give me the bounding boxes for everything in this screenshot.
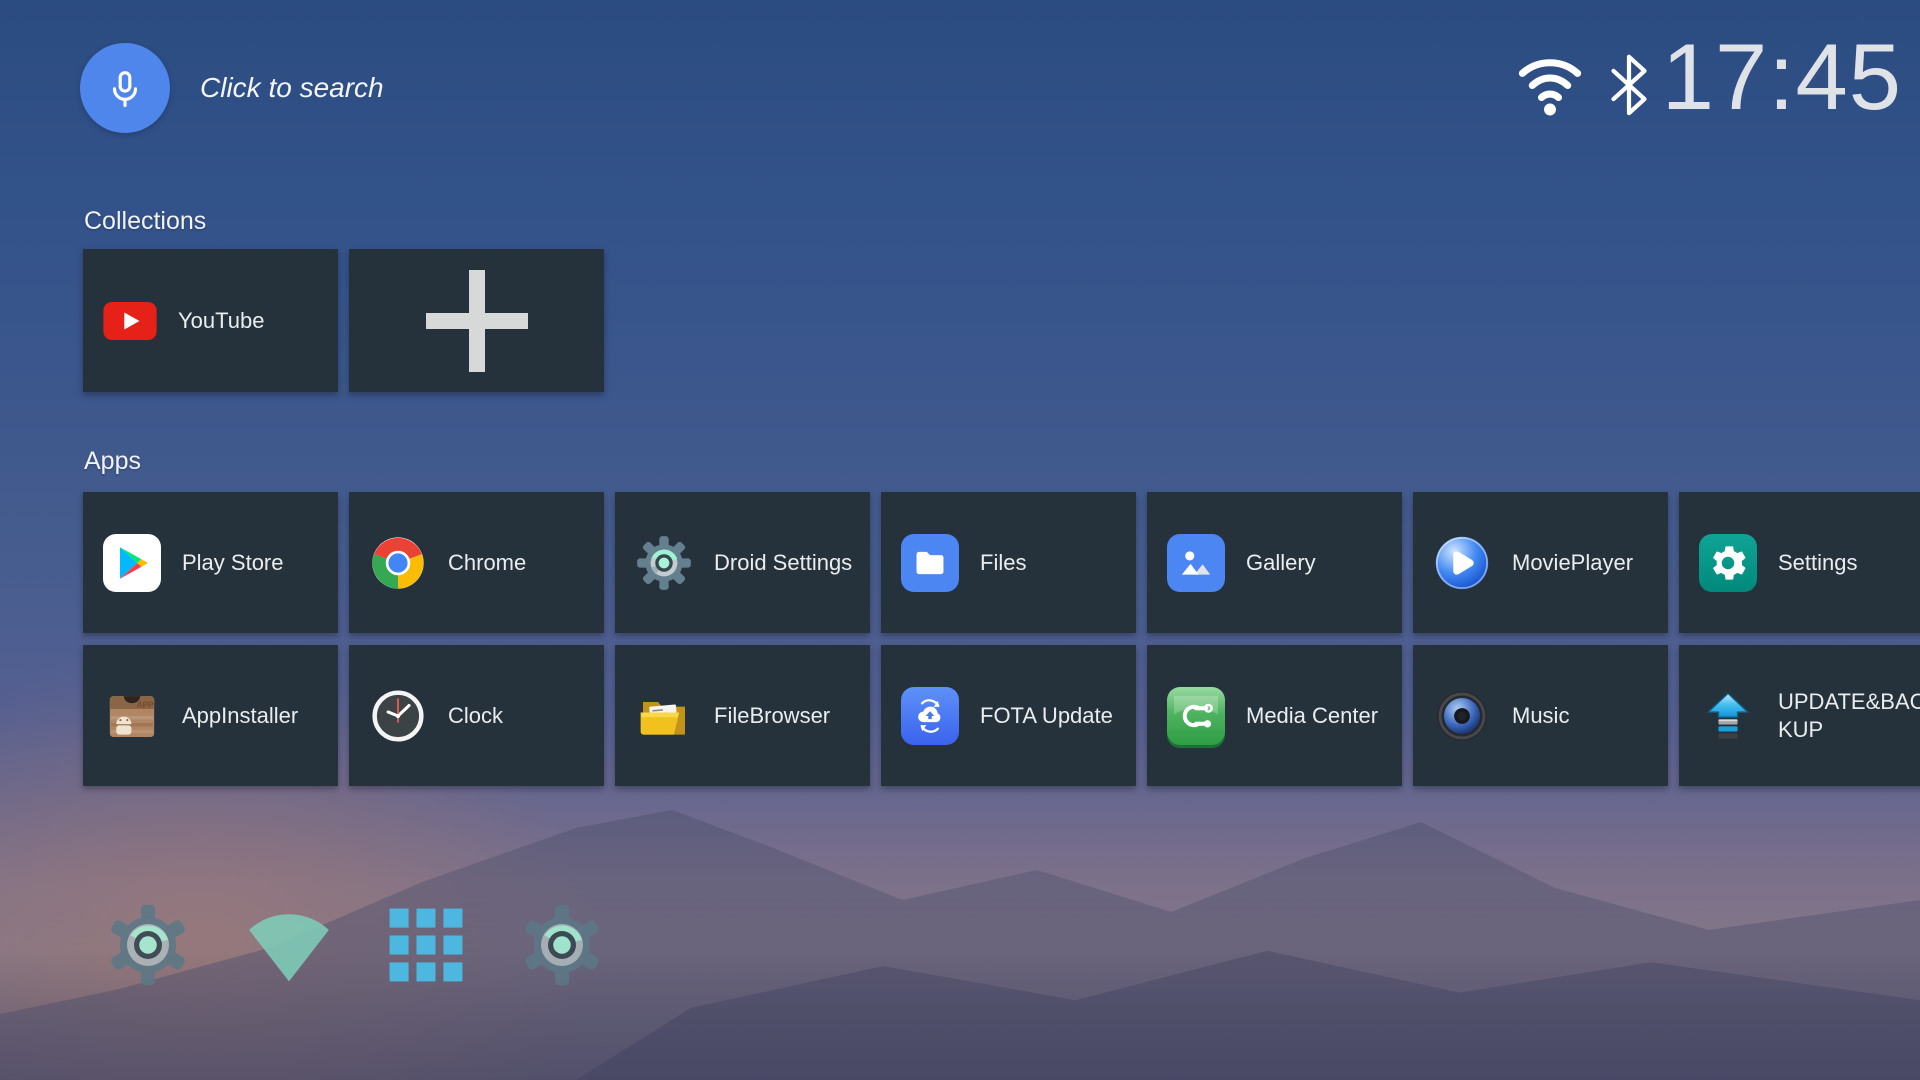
- app-tile-music[interactable]: Music: [1413, 645, 1668, 786]
- youtube-icon: [103, 302, 157, 340]
- app-tile-label: Droid Settings: [714, 549, 852, 577]
- file-browser-folder-icon: [635, 687, 693, 745]
- app-tile-update-backup[interactable]: UPDATE&BACKUP: [1679, 645, 1920, 786]
- bluetooth-icon: [1606, 54, 1652, 116]
- collection-tile-youtube[interactable]: YouTube: [83, 249, 338, 392]
- app-tile-label: UPDATE&BACKUP: [1778, 688, 1920, 743]
- app-tile-movieplayer[interactable]: MoviePlayer: [1413, 492, 1668, 633]
- app-tile-label: Settings: [1778, 549, 1858, 577]
- clock-time: 17:45: [1662, 30, 1902, 124]
- music-speaker-icon: [1433, 687, 1491, 745]
- gear-icon[interactable]: [106, 903, 190, 987]
- wifi-wedge-icon[interactable]: [246, 906, 332, 984]
- app-tile-chrome[interactable]: Chrome: [349, 492, 604, 633]
- apps-grid-icon[interactable]: [388, 907, 464, 983]
- apps-grid: Play Store Chrome: [83, 492, 1920, 786]
- gear-icon[interactable]: [520, 903, 604, 987]
- app-tile-gallery[interactable]: Gallery: [1147, 492, 1402, 633]
- app-tile-label: MoviePlayer: [1512, 549, 1633, 577]
- plus-icon: [426, 270, 528, 372]
- fota-update-cloud-icon: [901, 687, 959, 745]
- gallery-icon: [1167, 534, 1225, 592]
- app-tile-media-center[interactable]: Media Center: [1147, 645, 1402, 786]
- droid-settings-gear-icon: [635, 534, 693, 592]
- movie-player-icon: [1433, 534, 1491, 592]
- settings-gear-icon: [1699, 534, 1757, 592]
- voice-search-button[interactable]: [80, 43, 170, 133]
- app-tile-label: FOTA Update: [980, 702, 1113, 730]
- app-tile-play-store[interactable]: Play Store: [83, 492, 338, 633]
- app-tile-label: Play Store: [182, 549, 284, 577]
- analog-clock-icon: [369, 687, 427, 745]
- search-hint[interactable]: Click to search: [200, 43, 384, 133]
- app-tile-label: Media Center: [1246, 702, 1378, 730]
- app-tile-label: FileBrowser: [714, 702, 830, 730]
- app-tile-settings[interactable]: Settings: [1679, 492, 1920, 633]
- app-tile-label: Clock: [448, 702, 503, 730]
- add-collection-tile[interactable]: [349, 249, 604, 392]
- app-tile-fota-update[interactable]: FOTA Update: [881, 645, 1136, 786]
- media-center-icon: [1167, 687, 1225, 745]
- play-store-icon: [103, 534, 161, 592]
- status-area: 17:45: [1516, 30, 1902, 124]
- chrome-icon: [369, 534, 427, 592]
- app-tile-clock[interactable]: Clock: [349, 645, 604, 786]
- app-tile-label: Files: [980, 549, 1026, 577]
- app-tile-label: Music: [1512, 702, 1569, 730]
- files-folder-icon: [901, 534, 959, 592]
- app-tile-label: Gallery: [1246, 549, 1316, 577]
- svg-text:APP: APP: [137, 700, 154, 709]
- app-installer-box-icon: APP: [103, 687, 161, 745]
- update-backup-arrow-icon: [1699, 687, 1757, 745]
- app-tile-label: AppInstaller: [182, 702, 298, 730]
- apps-section-title: Apps: [84, 447, 141, 476]
- app-tile-appinstaller[interactable]: APP AppInstaller: [83, 645, 338, 786]
- collections-section-title: Collections: [84, 207, 206, 236]
- app-tile-filebrowser[interactable]: FileBrowser: [615, 645, 870, 786]
- microphone-icon: [104, 67, 146, 109]
- app-tile-files[interactable]: Files: [881, 492, 1136, 633]
- app-tile-label: Chrome: [448, 549, 526, 577]
- wifi-icon: [1516, 48, 1584, 120]
- collections-row: YouTube: [83, 249, 604, 392]
- app-tile-droid-settings[interactable]: Droid Settings: [615, 492, 870, 633]
- collection-tile-label: YouTube: [178, 307, 264, 335]
- dock: [106, 903, 604, 987]
